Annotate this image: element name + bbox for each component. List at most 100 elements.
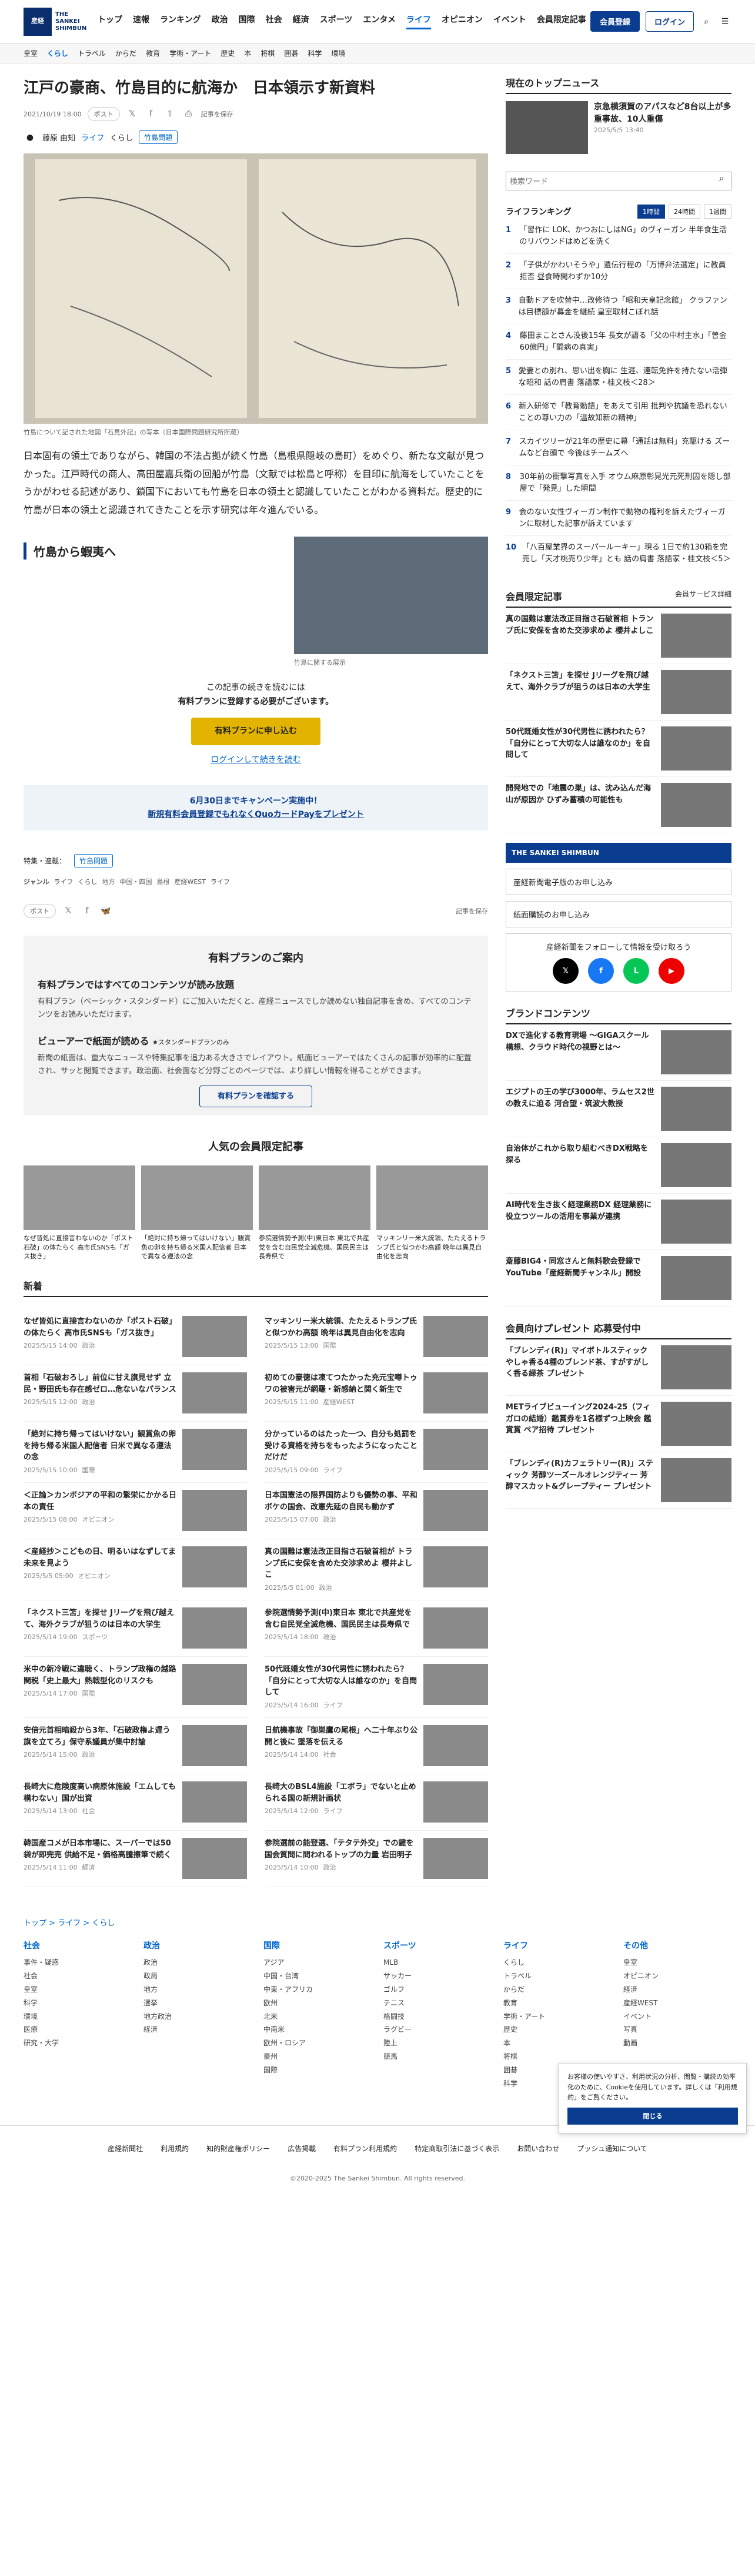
footer-link[interactable]: 動画 xyxy=(623,2036,731,2050)
footer-bottom-link[interactable]: 利用規約 xyxy=(161,2143,189,2153)
nav-item[interactable]: 経済 xyxy=(293,14,309,29)
footer-link[interactable]: 社会 xyxy=(24,1969,132,1983)
genre-link[interactable]: ライフ xyxy=(54,877,73,886)
subnav-item[interactable]: 囲碁 xyxy=(284,48,298,58)
nav-item[interactable]: 社会 xyxy=(266,14,282,29)
campaign-banner[interactable]: 6月30日までキャンペーン実施中！ 新規有料会員登録でもれなくQuoカードPay… xyxy=(24,785,488,830)
genre-link[interactable]: 中国・四国 xyxy=(119,877,152,886)
share-icon[interactable]: ⇪ xyxy=(163,108,176,120)
footer-link[interactable]: 中南米 xyxy=(263,2023,372,2036)
ranking-item[interactable]: 5 愛妻との別れ、思い出を胸に 生涯、連転免許を持たない活弾な昭和 話の肩書 落語… xyxy=(506,360,731,395)
footer-link[interactable]: 研究・大学 xyxy=(24,2036,132,2050)
breadcrumb-item[interactable]: ライフ xyxy=(58,1919,81,1928)
brand-item[interactable]: 斎藤BIG4・同窓さんと無料歌会登録でYouTube「産経新聞チャンネル」開設 xyxy=(506,1250,731,1307)
brand-item[interactable]: エジプトの王の学び3000年、ラムセス2世の教えに迫る 河合望・筑波大教授 xyxy=(506,1081,731,1137)
popular-item[interactable]: なぜ皆処に直接言わないのか「ポスト石破」の体たらく 高市氏SNSも「ガス抜き」 xyxy=(24,1165,135,1261)
news-item[interactable]: 首相「石破おろし」前位に甘え旗見せず 立民・野田氏も存在感ゼロ…危ないなパランス… xyxy=(24,1365,247,1422)
menu-icon[interactable]: ☰ xyxy=(719,15,731,28)
footer-link[interactable]: 地方政治 xyxy=(143,2010,252,2024)
genre-link[interactable]: 産経WEST xyxy=(174,877,206,886)
footer-bottom-link[interactable]: 特定商取引法に基づく表示 xyxy=(415,2143,499,2153)
brand-item[interactable]: 自治体がこれから取り組むべきDX戦略を探る xyxy=(506,1137,731,1194)
footer-link[interactable]: アジア xyxy=(263,1956,372,1969)
ranking-item[interactable]: 3 自動ドアを吹替中…改修待つ「昭和天皇記念館」 クラファンは目標額が募金を継続 … xyxy=(506,289,731,324)
footer-link[interactable]: からだ xyxy=(503,1983,612,1997)
footer-link[interactable]: 産経WEST xyxy=(623,1997,731,2010)
footer-link[interactable]: くらし xyxy=(503,1956,612,1969)
footer-link[interactable]: 環境 xyxy=(24,2010,132,2024)
facebook-icon[interactable]: f xyxy=(145,108,158,120)
news-item[interactable]: 「ネクスト三笘」を探せ Jリーグを飛び越えて、海外クラブが狙うのは日本の大学生 2… xyxy=(24,1600,247,1657)
footer-link[interactable]: 中国・台湾 xyxy=(263,1969,372,1983)
news-item[interactable]: 米中の新冷戦に違聴く、トランプ政権の越路関税「史上最大」熱戦型化のリスクも 202… xyxy=(24,1657,247,1719)
footer-heading[interactable]: ライフ xyxy=(503,1939,612,1951)
footer-link[interactable]: 教育 xyxy=(503,1997,612,2010)
nav-item[interactable]: ランキング xyxy=(160,14,201,29)
author-name[interactable]: 藤原 由知 xyxy=(42,132,75,143)
cookie-close-button[interactable]: 閉じる xyxy=(567,2107,738,2125)
x-icon[interactable]: 𝕏 xyxy=(126,108,139,120)
subnav-item[interactable]: 皇室 xyxy=(24,48,38,58)
subnav-item[interactable]: 教育 xyxy=(146,48,160,58)
ranking-item[interactable]: 4 藤田まことさん没後15年 長女が語る「父の中村主水」「曽金60億円」「闘病の真… xyxy=(506,324,731,360)
footer-link[interactable]: 経済 xyxy=(623,1983,731,1997)
footer-link[interactable]: MLB xyxy=(383,1956,492,1969)
search-icon[interactable]: ⌕ xyxy=(700,15,713,28)
ranking-item[interactable]: 2 「子供がかわいそうや」遺伝行程の「万博弁法選定」に教員拒否 昼食時間わずか10… xyxy=(506,254,731,289)
footer-link[interactable]: 皇室 xyxy=(623,1956,731,1969)
ranking-item[interactable]: 7 スカイツリーが21年の歴史に幕「通話は無料」充駆ける ズームなど台頭で 今後は… xyxy=(506,430,731,465)
footer-bottom-link[interactable]: プッシュ通知について xyxy=(577,2143,647,2153)
nav-item[interactable]: ライフ xyxy=(406,14,431,29)
ranking-item[interactable]: 6 新入研修で「教育勅語」をあえて引用 批判や抗議を恐れないことの尊い力の「温故知… xyxy=(506,395,731,430)
footer-heading[interactable]: 政治 xyxy=(143,1939,252,1951)
ranking-item[interactable]: 9 会のない女性ヴィーガン制作で動物の権利を訴えたヴィーガンに取材した記事が訴えて… xyxy=(506,501,731,536)
register-button[interactable]: 会員登録 xyxy=(590,11,640,32)
login-read-link[interactable]: ログインして続きを読む xyxy=(24,753,488,768)
news-item[interactable]: 安倍元首相暗殺から3年、「石破政権よ遅う旗を立てろ」保守系議員が集中討論 2025… xyxy=(24,1718,247,1775)
footer-link[interactable]: 政局 xyxy=(143,1969,252,1983)
category-link[interactable]: ライフ xyxy=(81,132,104,143)
news-item[interactable]: 韓国産コメが日本市場に、スーパーでは50袋が即完売 供給不足・価格高騰擦筆で続く… xyxy=(24,1831,247,1888)
news-item[interactable]: 日航機事故「御巣鷹の尾根」へ二十年ぶり公開と後に 墜落を伝える 2025/5/14… xyxy=(265,1718,488,1775)
breadcrumb-item[interactable]: くらし xyxy=(92,1919,115,1928)
popular-item[interactable]: マッキンリー米大統領、たたえるトランプ氏と似つかわ高額 晩年は異見自由化を志向 xyxy=(376,1165,488,1261)
topic-tag-2[interactable]: 竹島問題 xyxy=(74,853,113,867)
footer-link[interactable]: 競馬 xyxy=(383,2050,492,2064)
ranking-tab[interactable]: 1時間 xyxy=(637,205,665,219)
facebook-follow-icon[interactable]: f xyxy=(588,958,614,984)
subnav-item[interactable]: 科学 xyxy=(308,48,322,58)
nav-item[interactable]: エンタメ xyxy=(363,14,396,29)
genre-link[interactable]: くらし xyxy=(78,877,97,886)
footer-link[interactable]: ラグビー xyxy=(383,2023,492,2036)
footer-link[interactable]: 欧州・ロシア xyxy=(263,2036,372,2050)
line-follow-icon[interactable]: L xyxy=(623,958,649,984)
footer-link[interactable]: 将棋 xyxy=(503,2050,612,2064)
footer-link[interactable]: 選挙 xyxy=(143,1997,252,2010)
nav-item[interactable]: イベント xyxy=(493,14,526,29)
nav-item[interactable]: オピニオン xyxy=(442,14,483,29)
x-icon-2[interactable]: 𝕏 xyxy=(62,905,75,917)
subnav-item[interactable]: 本 xyxy=(244,48,251,58)
footer-link[interactable]: 学術・アート xyxy=(503,2010,612,2024)
popular-item[interactable]: 「絶対に持ち帰ってはいけない」観賞魚の卵を持ち帰る米国人配信者 日本で異なる遵法… xyxy=(141,1165,253,1261)
member-more-link[interactable]: 会員サービス詳細 xyxy=(675,589,731,603)
top-news-item[interactable]: 京急横須賀のアパスなど8台以上が多重事故、10人重傷 2025/5/5 13:40 xyxy=(506,101,731,154)
footer-link[interactable]: 科学 xyxy=(24,1997,132,2010)
subnav-item[interactable]: 歴史 xyxy=(221,48,235,58)
order-digital[interactable]: 産経新聞電子版のお申し込み xyxy=(506,869,731,895)
site-logo[interactable]: 産経 xyxy=(24,7,52,36)
search-input[interactable] xyxy=(506,172,712,190)
news-item[interactable]: 長崎大のBSL4施設「エボラ」でないと止められる国の新規計画状 2025/5/14… xyxy=(265,1774,488,1831)
subcategory-link[interactable]: くらし xyxy=(110,132,133,143)
news-item[interactable]: なぜ皆処に直接言わないのか「ポスト石破」の体たらく 高市氏SNSも「ガス抜き」 2… xyxy=(24,1309,247,1366)
genre-link[interactable]: 地方 xyxy=(102,877,115,886)
footer-heading[interactable]: 国際 xyxy=(263,1939,372,1951)
footer-heading[interactable]: その他 xyxy=(623,1939,731,1951)
footer-link[interactable]: 北米 xyxy=(263,2010,372,2024)
nav-item[interactable]: 国際 xyxy=(239,14,255,29)
footer-link[interactable]: 欧州 xyxy=(263,1997,372,2010)
footer-link[interactable]: テニス xyxy=(383,1997,492,2010)
youtube-follow-icon[interactable]: ▶ xyxy=(659,958,684,984)
footer-heading[interactable]: 社会 xyxy=(24,1939,132,1951)
footer-link[interactable]: サッカー xyxy=(383,1969,492,1983)
